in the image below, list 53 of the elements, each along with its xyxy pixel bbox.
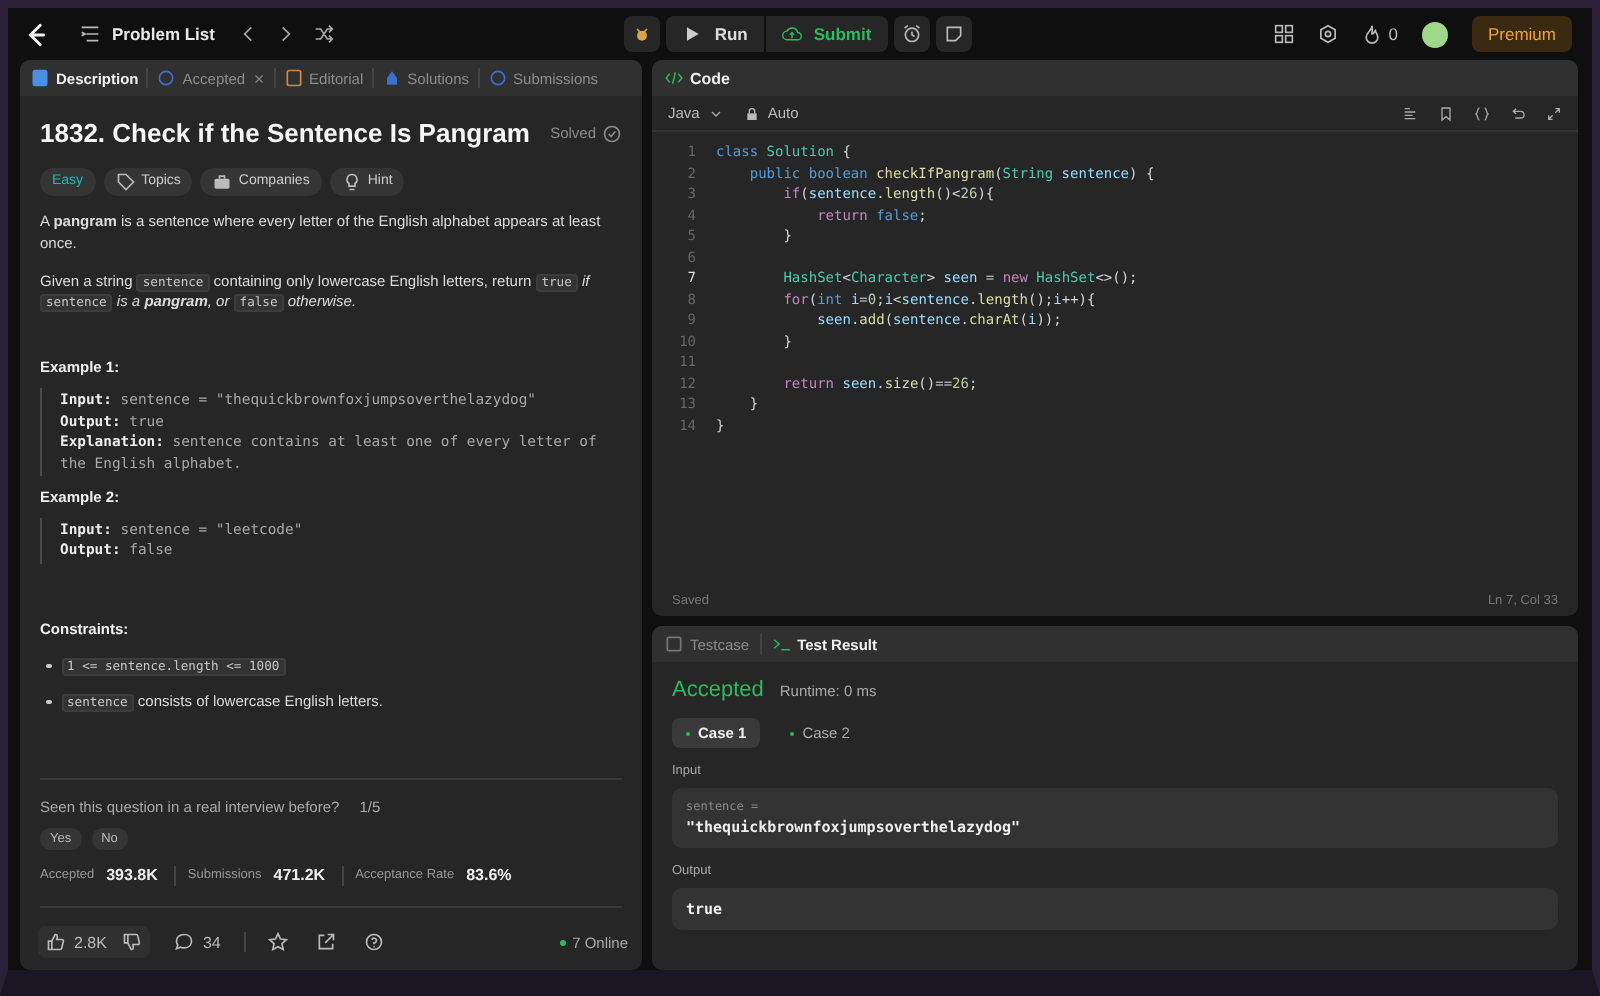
braces-icon[interactable] [1474,105,1490,121]
streak-count: 0 [1388,24,1398,44]
cloud-upload-icon [781,24,802,44]
terminal-icon [771,634,792,654]
comments-button[interactable]: 34 [166,926,229,958]
shuffle-icon[interactable] [314,24,335,44]
verdict: Accepted [672,678,764,702]
help-icon[interactable] [364,932,385,952]
check-circle-icon [602,124,622,145]
debug-button[interactable] [624,16,661,52]
thumbs-down-icon [122,932,143,952]
speech-bubble-icon [174,932,195,952]
bookmark-icon[interactable] [1438,105,1454,121]
alarm-clock-icon [901,24,922,44]
submit-button[interactable]: Submit [765,16,888,52]
flame-icon [1362,24,1383,44]
avatar[interactable] [1421,21,1448,47]
problem-title: 1832. Check if the Sentence Is Pangram [40,116,530,152]
stat-value: 393.8K [106,864,158,888]
notes-button[interactable] [935,16,972,52]
bullet-icon [46,699,51,705]
code-icon [664,68,684,88]
alarm-button[interactable] [893,16,930,52]
expand-icon[interactable] [1546,105,1562,121]
stat-value: 471.2K [273,864,326,888]
stat-value: 83.6% [466,864,512,888]
layout-icon[interactable] [1274,24,1295,44]
lightbulb-icon [341,171,362,192]
streak-counter[interactable]: 0 [1362,24,1398,44]
settings-icon[interactable] [1318,24,1339,44]
briefcase-icon [212,171,233,192]
close-icon[interactable] [251,71,266,85]
circle-icon [156,68,177,88]
list-icon [80,24,100,44]
logo[interactable] [24,21,50,47]
share-icon[interactable] [316,932,337,952]
panel-title: Code [664,68,730,88]
play-icon [682,24,703,44]
bullet-icon [46,663,51,669]
circle-icon [487,68,508,88]
star-icon[interactable] [268,932,289,952]
bug-icon [632,24,653,44]
undo-icon[interactable] [1510,105,1526,121]
format-icon[interactable] [1402,105,1418,121]
thumbs-up-icon [46,932,66,952]
lock-icon [743,105,760,121]
tag-icon [115,171,136,192]
checkbox-icon [664,634,684,654]
problem-list-button[interactable]: Problem List [80,24,215,44]
premium-button[interactable]: Premium [1471,16,1572,52]
run-button[interactable]: Run [666,16,764,52]
note-icon [943,24,964,44]
like-button[interactable]: 2.8K [38,926,115,958]
